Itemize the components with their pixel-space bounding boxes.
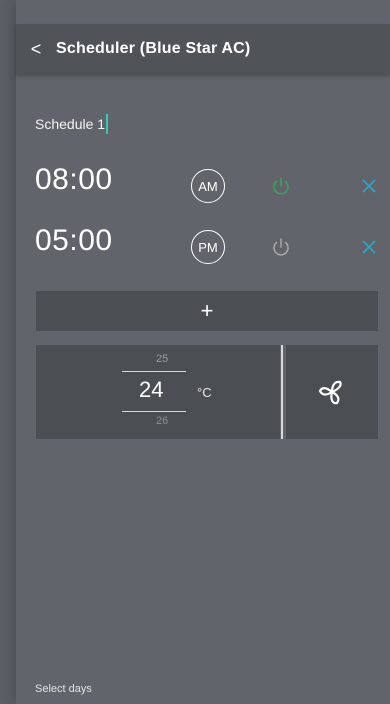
chevron-left-icon: < (30, 38, 42, 59)
close-icon[interactable] (360, 177, 378, 195)
page-title: Scheduler (Blue Star AC) (56, 40, 251, 57)
fan-mode-button[interactable] (286, 345, 378, 439)
temperature-next-value: 26 (156, 415, 169, 427)
panel-divider (281, 345, 283, 439)
schedule-entry-row: 08:00 AM (0, 163, 390, 213)
power-icon[interactable] (270, 236, 292, 258)
schedule-name-input[interactable]: Schedule 1 (35, 113, 109, 135)
picker-divider-bottom (122, 411, 186, 412)
back-button[interactable]: < (16, 24, 56, 74)
select-days-label[interactable]: Select days (35, 683, 92, 695)
schedule-name-text: Schedule 1 (35, 116, 106, 132)
text-cursor (106, 114, 109, 134)
time-display[interactable]: 08:00 (35, 163, 113, 197)
close-icon[interactable] (360, 238, 378, 256)
am-pm-toggle[interactable]: PM (191, 230, 225, 264)
am-pm-toggle[interactable]: AM (191, 169, 225, 203)
power-icon[interactable] (270, 175, 292, 197)
fan-icon (318, 380, 342, 405)
picker-divider-top (122, 371, 186, 372)
app-bar: < Scheduler (Blue Star AC) (16, 24, 390, 74)
temperature-unit: °C (197, 385, 212, 400)
temperature-current-value: 24 (139, 377, 164, 402)
add-schedule-button[interactable]: + (36, 291, 378, 331)
schedule-entry-row: 05:00 PM (0, 224, 390, 274)
time-display[interactable]: 05:00 (35, 224, 113, 258)
temperature-picker[interactable]: 25 24 °C 26 (36, 345, 280, 439)
temperature-prev-value: 25 (156, 353, 169, 365)
